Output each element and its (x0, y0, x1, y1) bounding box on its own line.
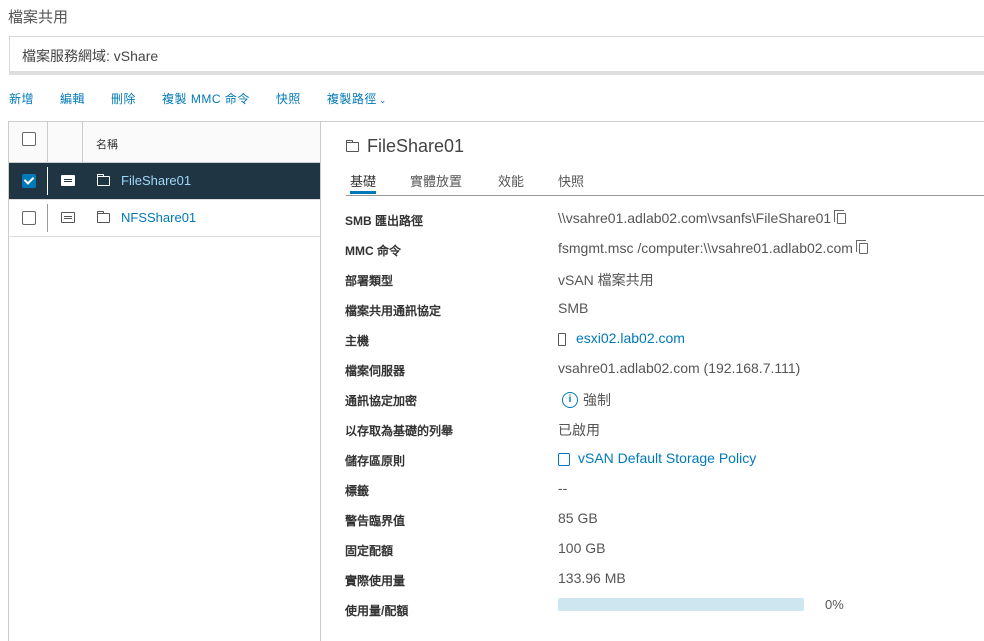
file-share-grid: 名稱 FileShare01 NFSShare01 (8, 121, 321, 641)
property-label: 主機 (345, 334, 370, 348)
folder-icon (346, 139, 359, 152)
tab-performance[interactable]: 效能 (498, 171, 524, 190)
copy-icon[interactable] (855, 239, 868, 254)
copy-path-dropdown[interactable]: 複製路徑 ⌄ (327, 90, 387, 107)
column-divider (82, 122, 83, 162)
host-value: esxi02.lab02.com (558, 330, 685, 346)
usage-progress-bar (558, 598, 804, 611)
detail-tabs: 基礎 實體放置 效能 快照 (346, 170, 984, 196)
property-label: 使用量/配額 (345, 604, 409, 618)
page-title: 檔案共用 (8, 9, 69, 26)
name-column-header[interactable]: 名稱 (96, 136, 118, 152)
property-value: vsahre01.adlab02.com (192.168.7.111) (558, 360, 801, 376)
property-label: 以存取為基礎的列舉 (345, 424, 454, 438)
property-value: vSAN 檔案共用 (558, 272, 654, 288)
property-label: 通訊協定加密 (345, 394, 418, 408)
detail-title-text: FileShare01 (367, 136, 465, 156)
usage-percent: 0% (825, 597, 844, 612)
property-label: 儲存區原則 (345, 454, 406, 468)
storage-policy-value: vSAN Default Storage Policy (558, 450, 756, 466)
column-divider (47, 204, 48, 232)
share-name-link[interactable]: FileShare01 (121, 173, 191, 188)
edit-button[interactable]: 編輯 (60, 90, 85, 107)
property-label: 警告臨界值 (345, 514, 406, 528)
property-value: 85 GB (558, 510, 598, 526)
copy-icon[interactable] (834, 209, 847, 224)
property-value: 已啟用 (558, 422, 600, 438)
host-link[interactable]: esxi02.lab02.com (576, 330, 685, 346)
property-value: 133.96 MB (558, 570, 626, 586)
copy-mmc-command-button[interactable]: 複製 MMC 命令 (162, 90, 250, 107)
property-label: 標籤 (345, 484, 370, 498)
detail-title: FileShare01 (346, 136, 464, 157)
table-row[interactable]: FileShare01 (9, 163, 320, 200)
copy-path-label: 複製路徑 (326, 92, 377, 106)
property-label: 固定配額 (345, 544, 394, 558)
tab-snapshots[interactable]: 快照 (558, 171, 584, 190)
detail-pane-icon[interactable] (61, 175, 75, 186)
row-checkbox[interactable] (22, 211, 36, 225)
snapshot-button[interactable]: 快照 (276, 90, 301, 107)
property-value: fsmgmt.msc /computer:\\vsahre01.adlab02.… (558, 240, 853, 256)
tab-physical-placement[interactable]: 實體放置 (410, 171, 462, 190)
property-label: 實際使用量 (345, 574, 406, 588)
file-service-domain-bar: 檔案服務網域: vShare (9, 36, 984, 75)
property-label: 檔案共用通訊協定 (345, 304, 442, 318)
table-row[interactable]: NFSShare01 (9, 200, 320, 237)
property-label: 檔案伺服器 (345, 364, 406, 378)
property-label: MMC 命令 (345, 244, 401, 258)
host-icon (558, 332, 566, 346)
storage-policy-link[interactable]: vSAN Default Storage Policy (578, 450, 756, 466)
add-button[interactable]: 新增 (9, 90, 34, 107)
select-all-checkbox[interactable] (22, 132, 36, 146)
share-name-link[interactable]: NFSShare01 (121, 210, 196, 225)
chevron-down-icon: ⌄ (378, 95, 387, 105)
info-icon[interactable]: i (562, 392, 578, 408)
grid-header: 名稱 (9, 122, 320, 163)
detail-panel: FileShare01 基礎 實體放置 效能 快照 SMB 匯出路徑 \\vsa… (321, 121, 984, 632)
column-divider (47, 122, 48, 162)
toolbar: 新增 編輯 刪除 複製 MMC 命令 快照 複製路徑 ⌄ (9, 90, 413, 107)
mmc-command-value: fsmgmt.msc /computer:\\vsahre01.adlab02.… (558, 239, 868, 256)
detail-pane-icon[interactable] (61, 212, 75, 223)
property-value: 100 GB (558, 540, 606, 556)
tab-basics[interactable]: 基礎 (350, 171, 377, 194)
folder-icon (97, 174, 110, 186)
property-value: 強制 (583, 392, 611, 408)
property-value: \\vsahre01.adlab02.com\vsanfs\FileShare0… (558, 210, 832, 226)
row-checkbox[interactable] (22, 174, 36, 188)
smb-export-path-value: \\vsahre01.adlab02.com\vsanfs\FileShare0… (558, 209, 847, 226)
domain-bar-text: 檔案服務網域: vShare (22, 48, 159, 64)
column-divider (47, 167, 48, 195)
delete-button[interactable]: 刪除 (111, 90, 136, 107)
folder-icon (97, 211, 110, 223)
property-value: SMB (558, 300, 589, 316)
protocol-encryption-value: i 強制 (558, 390, 611, 410)
property-label: SMB 匯出路徑 (345, 214, 424, 228)
property-value: -- (558, 480, 568, 496)
storage-policy-icon (558, 452, 570, 466)
property-label: 部署類型 (345, 274, 394, 288)
